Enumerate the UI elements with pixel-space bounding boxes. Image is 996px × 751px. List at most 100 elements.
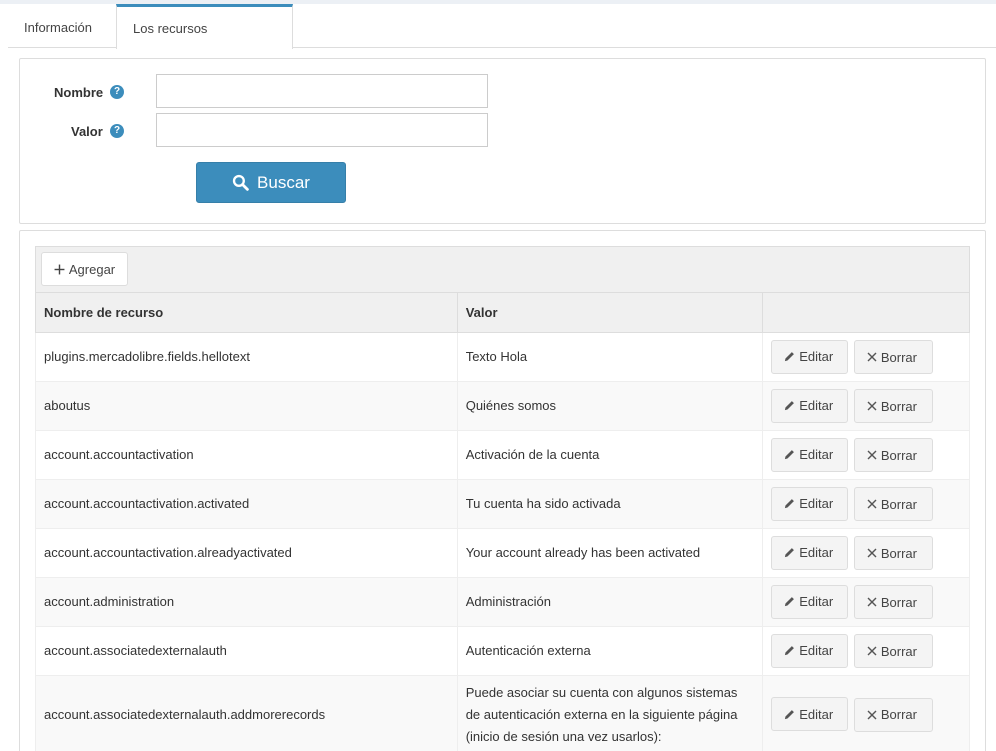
table-row: account.accountactivation.activated Tu c… [35, 479, 970, 529]
edit-button[interactable]: Editar [771, 535, 849, 570]
edit-button-label: Editar [799, 496, 834, 512]
resource-value-cell: Quiénes somos [456, 381, 764, 431]
edit-button-label: Editar [799, 545, 834, 561]
edit-button[interactable]: Editar [771, 697, 849, 732]
search-panel: Nombre ? Valor ? Buscar [19, 58, 986, 224]
pencil-icon [785, 709, 795, 719]
resource-value-cell: Your account already has been activated [456, 528, 764, 578]
pencil-icon [785, 352, 795, 362]
header-actions [762, 292, 970, 333]
delete-button-label: Borrar [880, 594, 917, 610]
question-circle-icon[interactable]: ? [110, 85, 124, 99]
add-button-label: Agregar [68, 261, 116, 277]
resource-value-cell: Autenticación externa [456, 626, 764, 676]
edit-button[interactable]: Editar [771, 486, 849, 521]
edit-button-label: Editar [799, 643, 834, 659]
times-icon [867, 352, 877, 362]
resource-name-cell: plugins.mercadolibre.fields.hellotext [35, 332, 458, 382]
delete-button[interactable]: Borrar [853, 536, 933, 571]
page: Información Los recursos Lingüísticos No… [0, 4, 996, 751]
value-input[interactable] [156, 113, 488, 147]
resource-name-cell: account.accountactivation.activated [35, 479, 458, 529]
actions-cell: Editar Borrar [762, 430, 970, 480]
resource-name-cell: account.accountactivation [35, 430, 458, 480]
edit-button-label: Editar [799, 706, 834, 722]
table-row: plugins.mercadolibre.fields.hellotext Te… [35, 332, 970, 382]
table-row: account.accountactivation.alreadyactivat… [35, 528, 970, 578]
delete-button-label: Borrar [880, 707, 917, 723]
times-icon [867, 401, 877, 411]
resource-value-cell: Activación de la cuenta [456, 430, 764, 480]
delete-button[interactable]: Borrar [853, 697, 933, 732]
times-icon [867, 548, 877, 558]
table-row: account.associatedexternalauth.addmorere… [35, 675, 970, 751]
delete-button-label: Borrar [880, 643, 917, 659]
actions-cell: Editar Borrar [762, 626, 970, 676]
delete-button-label: Borrar [880, 496, 917, 512]
times-icon [867, 646, 877, 656]
edit-button-label: Editar [799, 349, 834, 365]
table-row: account.accountactivation Activación de … [35, 430, 970, 480]
times-icon [867, 499, 877, 509]
delete-button-label: Borrar [880, 349, 917, 365]
delete-button[interactable]: Borrar [853, 340, 933, 375]
delete-button[interactable]: Borrar [853, 438, 933, 473]
search-button-label: Buscar [257, 172, 310, 192]
delete-button[interactable]: Borrar [853, 585, 933, 620]
pencil-icon [785, 646, 795, 656]
tab-bar: Información Los recursos Lingüísticos [8, 4, 996, 80]
actions-cell: Editar Borrar [762, 332, 970, 382]
add-button[interactable]: Agregar [41, 252, 128, 286]
delete-button[interactable]: Borrar [853, 634, 933, 669]
edit-button[interactable]: Editar [771, 633, 849, 668]
name-label: Nombre [54, 85, 104, 100]
plus-icon [54, 264, 65, 274]
value-label: Valor [71, 124, 103, 139]
actions-cell: Editar Borrar [762, 577, 970, 627]
resource-value-cell: Tu cuenta ha sido activada [456, 479, 764, 529]
resource-name-cell: account.associatedexternalauth [35, 626, 458, 676]
delete-button-label: Borrar [880, 545, 917, 561]
tab-recursos-linguisticos[interactable]: Los recursos Lingüísticos [116, 4, 293, 80]
resource-value-cell: Administración [456, 577, 764, 627]
actions-cell: Editar Borrar [762, 528, 970, 578]
table-row: account.administration Administración Ed… [35, 577, 970, 627]
edit-button-label: Editar [799, 594, 834, 610]
edit-button-label: Editar [799, 447, 834, 463]
search-button[interactable]: Buscar [196, 162, 346, 203]
pencil-icon [785, 499, 795, 509]
delete-button[interactable]: Borrar [853, 389, 933, 424]
table-row: aboutus Quiénes somos Editar Borrar [35, 381, 970, 431]
edit-button[interactable]: Editar [771, 584, 849, 619]
actions-cell: Editar Borrar [762, 675, 970, 751]
question-circle-icon[interactable]: ? [110, 124, 124, 138]
delete-button-label: Borrar [880, 398, 917, 414]
resources-panel: Agregar Nombre de recurso Valor plugins.… [19, 230, 986, 751]
edit-button[interactable]: Editar [771, 437, 849, 472]
header-resource-name: Nombre de recurso [35, 292, 458, 333]
resource-name-cell: account.administration [35, 577, 458, 627]
tab-informacion[interactable]: Información [8, 4, 116, 48]
actions-cell: Editar Borrar [762, 381, 970, 431]
resource-name-cell: aboutus [35, 381, 458, 431]
times-icon [867, 710, 877, 720]
pencil-icon [785, 548, 795, 558]
pencil-icon [785, 450, 795, 460]
resources-table: Nombre de recurso Valor plugins.mercadol… [35, 292, 970, 751]
resource-name-cell: account.accountactivation.alreadyactivat… [35, 528, 458, 578]
resource-value-cell: Texto Hola [456, 332, 764, 382]
actions-cell: Editar Borrar [762, 479, 970, 529]
pencil-icon [785, 401, 795, 411]
times-icon [867, 597, 877, 607]
edit-button[interactable]: Editar [771, 339, 849, 374]
search-icon [232, 174, 249, 191]
table-toolbar: Agregar [35, 246, 970, 293]
times-icon [867, 450, 877, 460]
header-value: Valor [456, 292, 764, 333]
edit-button[interactable]: Editar [771, 388, 849, 423]
name-input[interactable] [156, 74, 488, 108]
delete-button[interactable]: Borrar [853, 487, 933, 522]
edit-button-label: Editar [799, 398, 834, 414]
table-row: account.associatedexternalauth Autentica… [35, 626, 970, 676]
pencil-icon [785, 597, 795, 607]
